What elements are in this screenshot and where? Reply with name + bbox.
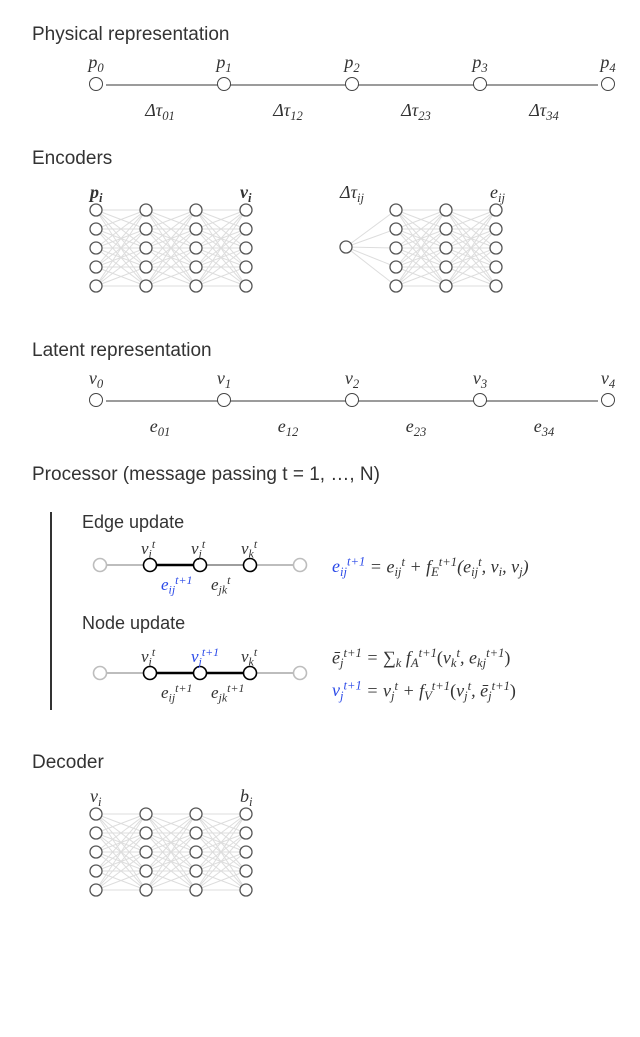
upd-node-label: vkt [241, 645, 257, 670]
chain-node [89, 77, 103, 91]
chain-node-label: p0 [88, 52, 103, 76]
physical-title: Physical representation [32, 24, 616, 46]
chain-edge-label: e12 [278, 416, 299, 440]
chain-node-label: v3 [473, 368, 487, 392]
chain-node-label: p2 [344, 52, 359, 76]
mlp-in-label: Δτij [340, 182, 364, 206]
chain-node [345, 393, 359, 407]
chain-node-label: v0 [89, 368, 103, 392]
latent-chain: v0v1v2v3v4e01e12e23e34 [96, 376, 608, 432]
chain-node-label: v2 [345, 368, 359, 392]
chain-node [89, 393, 103, 407]
chain-node-label: v4 [601, 368, 615, 392]
node-update-graph: vit vjt+1 vkt eijt+1 ejkt+1 [82, 647, 312, 703]
decoder-title: Decoder [32, 752, 616, 774]
edge-update-graph: vit vjt vkt eijt+1 ejkt [82, 539, 312, 595]
chain-node-label: p4 [600, 52, 615, 76]
chain-node-label: v1 [217, 368, 231, 392]
mlp-in-label: pi [90, 182, 103, 206]
chain-node-label: p1 [216, 52, 231, 76]
edge-update-eq: eijt+1 = eijt + fEt+1(eijt, vi, vj) [332, 549, 616, 586]
upd-edge-label: ejkt+1 [211, 681, 244, 706]
latent-title: Latent representation [32, 340, 616, 362]
mlp-icon [86, 184, 256, 294]
mlp-out-label: bi [240, 786, 253, 810]
chain-edge-label: Δτ23 [401, 100, 431, 124]
upd-node-label: vkt [241, 537, 257, 562]
physical-chain: p0p1p2p3p4Δτ01Δτ12Δτ23Δτ34 [96, 60, 608, 116]
mlp-out-label: eij [490, 182, 505, 206]
chain-node [217, 77, 231, 91]
mlp-icon [86, 788, 256, 898]
decoder-row: vi bi [86, 788, 616, 898]
encoders-row: pi vi Δτij eij [86, 184, 616, 294]
upd-edge-label: ejkt [211, 573, 230, 598]
node-update-eqs: ējt+1 = ∑k fAt+1(vkt, ekjt+1) vjt+1 = vj… [332, 640, 616, 710]
processor-title: Processor (message passing t = 1, …, N) [32, 464, 616, 486]
edge-update-title: Edge update [82, 512, 616, 533]
chain-edge-label: Δτ34 [529, 100, 559, 124]
processor-body: Edge update vit vjt vkt eijt+1 ejkt eijt+1 =… [50, 512, 616, 710]
chain-node [473, 393, 487, 407]
upd-node-label: vjt+1 [191, 645, 219, 670]
chain-node [601, 393, 615, 407]
chain-node-label: p3 [472, 52, 487, 76]
upd-node-label: vjt [191, 537, 205, 562]
chain-edge-label: Δτ12 [273, 100, 303, 124]
chain-node [601, 77, 615, 91]
chain-node [217, 393, 231, 407]
chain-node [473, 77, 487, 91]
chain-node [345, 77, 359, 91]
chain-edge-label: e34 [534, 416, 555, 440]
chain-edge-label: e01 [150, 416, 171, 440]
upd-node-label: vit [141, 537, 155, 562]
chain-edge-label: Δτ01 [145, 100, 175, 124]
mlp-in-label: vi [90, 786, 102, 810]
chain-edge-label: e23 [406, 416, 427, 440]
upd-edge-label: eijt+1 [161, 681, 192, 706]
upd-node-label: vit [141, 645, 155, 670]
upd-edge-label: eijt+1 [161, 573, 192, 598]
node-update-title: Node update [82, 613, 616, 634]
encoders-title: Encoders [32, 148, 616, 170]
mlp-out-label: vi [240, 182, 252, 206]
